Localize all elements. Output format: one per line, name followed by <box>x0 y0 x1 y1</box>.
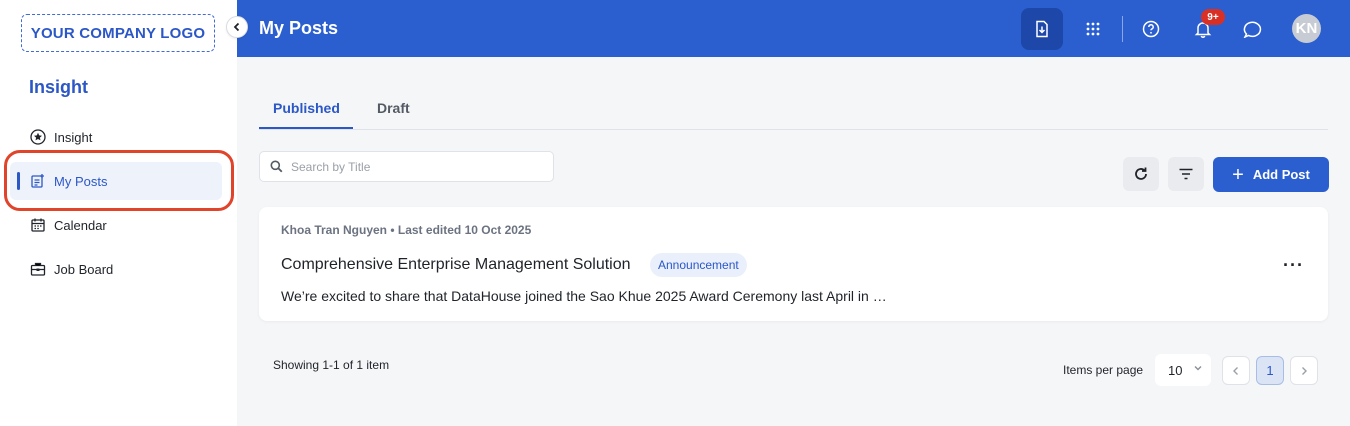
briefcase-icon <box>30 262 46 276</box>
notification-badge: 9+ <box>1201 9 1225 25</box>
add-post-label: Add Post <box>1252 167 1310 182</box>
post-card[interactable]: Khoa Tran Nguyen • Last edited 10 Oct 20… <box>259 207 1328 321</box>
more-options-button[interactable]: ··· <box>1283 255 1304 276</box>
filter-icon <box>1179 168 1193 180</box>
company-logo: YOUR COMPANY LOGO <box>21 14 215 52</box>
post-excerpt: We’re excited to share that DataHouse jo… <box>281 288 887 304</box>
download-icon <box>1036 20 1048 38</box>
sidebar-item-label: Job Board <box>54 261 114 277</box>
help-button[interactable] <box>1130 8 1172 50</box>
refresh-icon <box>1135 167 1147 180</box>
apps-grid-icon <box>1086 22 1100 36</box>
sidebar-item-my-posts[interactable]: My Posts <box>10 162 222 200</box>
active-tab-indicator <box>259 127 353 129</box>
items-per-page-select[interactable]: 10 <box>1155 354 1211 386</box>
star-circle-icon <box>30 129 46 145</box>
post-tabs: Published Draft <box>259 85 1328 130</box>
post-category-tag: Announcement <box>650 253 747 277</box>
filter-button[interactable] <box>1168 157 1204 191</box>
chevron-right-icon <box>1302 366 1307 375</box>
apps-button[interactable] <box>1072 8 1114 50</box>
messages-button[interactable] <box>1232 8 1274 50</box>
chevron-left-icon <box>1233 366 1238 375</box>
tab-published[interactable]: Published <box>273 100 340 116</box>
avatar[interactable]: KN <box>1292 14 1321 43</box>
chat-icon <box>1243 21 1262 38</box>
topbar: My Posts 9+ KN <box>237 0 1350 57</box>
sidebar-item-label: Insight <box>54 129 93 145</box>
post-meta: Khoa Tran Nguyen • Last edited 10 Oct 20… <box>281 223 532 237</box>
chevron-down-icon <box>1194 366 1202 371</box>
topbar-divider <box>1122 16 1123 42</box>
refresh-button[interactable] <box>1123 157 1159 191</box>
sidebar-section-title: Insight <box>29 77 88 97</box>
search-input[interactable] <box>291 159 531 174</box>
post-title[interactable]: Comprehensive Enterprise Management Solu… <box>281 256 631 274</box>
calendar-icon <box>31 218 45 232</box>
tab-draft[interactable]: Draft <box>377 100 410 116</box>
next-page-button[interactable] <box>1290 356 1318 385</box>
items-per-page-value: 10 <box>1168 362 1183 378</box>
sidebar-item-label: Calendar <box>54 217 107 233</box>
sidebar-item-label: My Posts <box>54 173 108 189</box>
search-box <box>259 151 554 182</box>
prev-page-button[interactable] <box>1222 356 1250 385</box>
sidebar-item-job-board[interactable]: Job Board <box>10 250 222 288</box>
plus-icon: + <box>1232 163 1244 186</box>
help-icon <box>1142 20 1160 38</box>
download-button[interactable] <box>1021 8 1063 50</box>
chevron-left-icon <box>233 22 240 32</box>
sidebar-item-insight[interactable]: Insight <box>10 118 222 156</box>
add-post-button[interactable]: + Add Post <box>1213 157 1329 192</box>
page-title: My Posts <box>259 18 339 38</box>
page-button-current[interactable]: 1 <box>1256 356 1284 385</box>
results-count: Showing 1-1 of 1 item <box>273 358 390 372</box>
sidebar: YOUR COMPANY LOGO Insight Insight My Pos… <box>0 0 237 426</box>
search-icon <box>270 160 283 173</box>
sidebar-item-calendar[interactable]: Calendar <box>10 206 222 244</box>
items-per-page-label: Items per page <box>1063 363 1144 377</box>
post-edit-icon <box>31 174 44 188</box>
collapse-sidebar-button[interactable] <box>226 16 248 38</box>
